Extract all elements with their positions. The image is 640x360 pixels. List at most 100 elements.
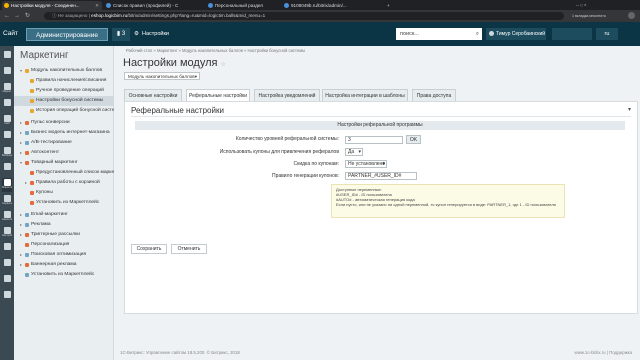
menu-item[interactable]: ▸ Правила работы с корзиной bbox=[14, 178, 114, 188]
rule-input[interactable]: PARTNER_#USER_ID# bbox=[345, 172, 417, 180]
coupons-select[interactable]: Да ▾ bbox=[345, 148, 363, 156]
favicon-icon bbox=[208, 3, 213, 8]
left-menu: Маркетинг ▾ Модуль накопительных баллов Пр… bbox=[14, 46, 114, 360]
browser-tab[interactable]: 9108049b.ru/bitrix/admin/... bbox=[282, 1, 382, 10]
menu-item[interactable]: Правила начисления/списания bbox=[14, 76, 114, 86]
search-input[interactable]: поиск... ⌕ bbox=[396, 28, 482, 40]
rail-item-crm[interactable] bbox=[2, 130, 12, 144]
menu-item-icon bbox=[30, 109, 34, 113]
tab-template-integration[interactable]: Настройка интеграции в шаблоны bbox=[322, 89, 408, 101]
menu-item[interactable]: Установить из Маркетплейс bbox=[14, 270, 114, 280]
close-tab-icon[interactable]: ✕ bbox=[95, 1, 99, 10]
chevron-right-icon[interactable]: ▸ bbox=[20, 260, 22, 270]
rail-item-content[interactable] bbox=[2, 66, 12, 80]
menu-item[interactable]: ▸ Пульс конверсии bbox=[14, 118, 114, 128]
rail-item-desktop[interactable] bbox=[2, 50, 12, 64]
url-input[interactable]: ⓘ Не защищено | eshop.logicbim.ru/bitrix… bbox=[44, 12, 564, 20]
menu-item-icon bbox=[30, 181, 34, 185]
menu-item[interactable]: ▸ Автоконтент bbox=[14, 148, 114, 158]
menu-item[interactable]: Настройки бонусной системы bbox=[14, 96, 114, 106]
browser-tab[interactable]: Список правил (профилей) - С bbox=[104, 1, 204, 10]
rail-item-settings[interactable]: Настройки bbox=[2, 226, 12, 240]
browser-tab[interactable]: Персональный раздел bbox=[206, 1, 280, 10]
breadcrumb[interactable]: Рабочий стол » Маркетинг » Модуль накопи… bbox=[126, 48, 305, 53]
section-header: Настройки реферальной программы bbox=[135, 121, 625, 130]
back-icon[interactable]: ← bbox=[4, 11, 10, 21]
rail-item-favorites[interactable] bbox=[2, 274, 12, 288]
window-controls[interactable]: — ▢ ✕ bbox=[576, 1, 636, 9]
browser-tab-active[interactable]: Настройки модуля - Соединен... ✕ bbox=[2, 1, 102, 10]
settings-button[interactable]: ⚙ Настройки bbox=[134, 28, 169, 41]
menu-item[interactable]: Ручное проведение операций bbox=[14, 86, 114, 96]
rail-item-tools[interactable] bbox=[2, 242, 12, 256]
chevron-right-icon[interactable]: ▸ bbox=[20, 148, 22, 158]
menu-item[interactable]: ▾ Модуль накопительных баллов bbox=[14, 66, 114, 76]
levels-label: Количество уровней реферальной системы: bbox=[235, 136, 339, 142]
chevron-right-icon[interactable]: ▸ bbox=[20, 230, 22, 240]
chevron-right-icon[interactable]: ▸ bbox=[20, 128, 22, 138]
chevron-right-icon[interactable]: ▸ bbox=[20, 250, 22, 260]
notifications-button[interactable]: ▮ 3 bbox=[112, 28, 130, 41]
menu-item[interactable]: ▸ Баннерная реклама bbox=[14, 260, 114, 270]
forward-icon[interactable]: → bbox=[14, 11, 20, 21]
menu-item[interactable]: ▸ Бизнес модель интернет-магазина bbox=[14, 128, 114, 138]
tab-access-rights[interactable]: Права доступа bbox=[412, 89, 456, 101]
menu-item-icon bbox=[25, 233, 29, 237]
rail-item-help[interactable] bbox=[2, 290, 12, 304]
rail-item-other[interactable] bbox=[2, 258, 12, 272]
chevron-right-icon[interactable]: ▸ bbox=[20, 220, 22, 230]
menu-item[interactable]: Персонализация bbox=[14, 240, 114, 250]
chevron-right-icon[interactable]: ▸ bbox=[20, 138, 22, 148]
desktop-icon bbox=[3, 51, 11, 58]
module-select[interactable]: Модуль накопительных баллов ▾ bbox=[124, 72, 200, 80]
menu-item[interactable]: ▸ Email-маркетинг bbox=[14, 210, 114, 220]
rail-item-services[interactable]: Сервисы bbox=[2, 194, 12, 208]
menu-item[interactable]: ▸ Реклама bbox=[14, 220, 114, 230]
collapse-icon[interactable]: ▾ bbox=[628, 106, 631, 113]
footer-links[interactable]: www.1c-bitrix.ru | Поддержка bbox=[575, 350, 632, 355]
tab-main-settings[interactable]: Основные настройки bbox=[124, 89, 182, 101]
tab-notifications[interactable]: Настройка уведомлений bbox=[254, 89, 320, 101]
menu-item[interactable]: Предустановленный список маркетинга bbox=[14, 168, 114, 178]
chevron-right-icon[interactable]: ▸ bbox=[20, 118, 22, 128]
admin-header: Сайт Администрирование ▮ 3 ⚙ Настройки п… bbox=[0, 22, 640, 46]
rail-item-webforms[interactable]: Вебформы bbox=[2, 146, 12, 160]
search-icon[interactable]: ⌕ bbox=[476, 28, 479, 40]
divider bbox=[131, 116, 631, 117]
rail-item-analytics[interactable]: Аналитика bbox=[2, 210, 12, 224]
rail-item-store[interactable] bbox=[2, 98, 12, 112]
rail-item-marketing[interactable]: Маркетинг bbox=[2, 178, 12, 192]
levels-input[interactable]: 3 bbox=[345, 136, 403, 144]
chevron-right-icon[interactable]: ▸ bbox=[25, 178, 27, 188]
discount-select[interactable]: Не установлено ▾ bbox=[345, 160, 387, 168]
content-icon bbox=[3, 67, 11, 74]
save-button[interactable]: Сохранить bbox=[131, 244, 167, 254]
menu-item[interactable]: ▸ A/B-тестирование bbox=[14, 138, 114, 148]
chevron-down-icon[interactable]: ▾ bbox=[20, 66, 22, 76]
menu-item[interactable]: Установить из Маркетплейс bbox=[14, 198, 114, 208]
reload-icon[interactable]: ↻ bbox=[25, 11, 30, 21]
help-icon bbox=[3, 291, 11, 298]
rail-item-site[interactable]: Сайт bbox=[2, 114, 12, 128]
menu-item-icon bbox=[30, 171, 34, 175]
cancel-button[interactable]: Отменить bbox=[171, 244, 207, 254]
rail-item-users[interactable] bbox=[2, 162, 12, 176]
menu-item-icon bbox=[25, 273, 29, 277]
user-menu[interactable]: Тимур Серобаинский bbox=[486, 28, 546, 40]
language-selector[interactable]: ru bbox=[596, 28, 618, 40]
menu-item[interactable]: История операций бонусной системы bbox=[14, 106, 114, 116]
incognito-icon[interactable] bbox=[628, 12, 635, 19]
rail-item-market[interactable]: Маркет bbox=[2, 82, 12, 96]
menu-item[interactable]: Купоны bbox=[14, 188, 114, 198]
menu-item[interactable]: ▸ Поисковая оптимизация bbox=[14, 250, 114, 260]
admin-button[interactable]: Администрирование bbox=[26, 28, 108, 41]
site-button[interactable]: Сайт bbox=[0, 22, 26, 46]
ok-button[interactable]: OK bbox=[406, 135, 421, 144]
help-button[interactable] bbox=[552, 28, 592, 40]
star-icon[interactable]: ☆ bbox=[221, 62, 226, 68]
chevron-down-icon[interactable]: ▾ bbox=[20, 158, 22, 168]
chevron-right-icon[interactable]: ▸ bbox=[20, 210, 22, 220]
new-tab-button[interactable]: + bbox=[384, 1, 396, 10]
menu-item[interactable]: ▾ Товарный маркетинг bbox=[14, 158, 114, 168]
menu-item[interactable]: ▸ Триггерные рассылки bbox=[14, 230, 114, 240]
